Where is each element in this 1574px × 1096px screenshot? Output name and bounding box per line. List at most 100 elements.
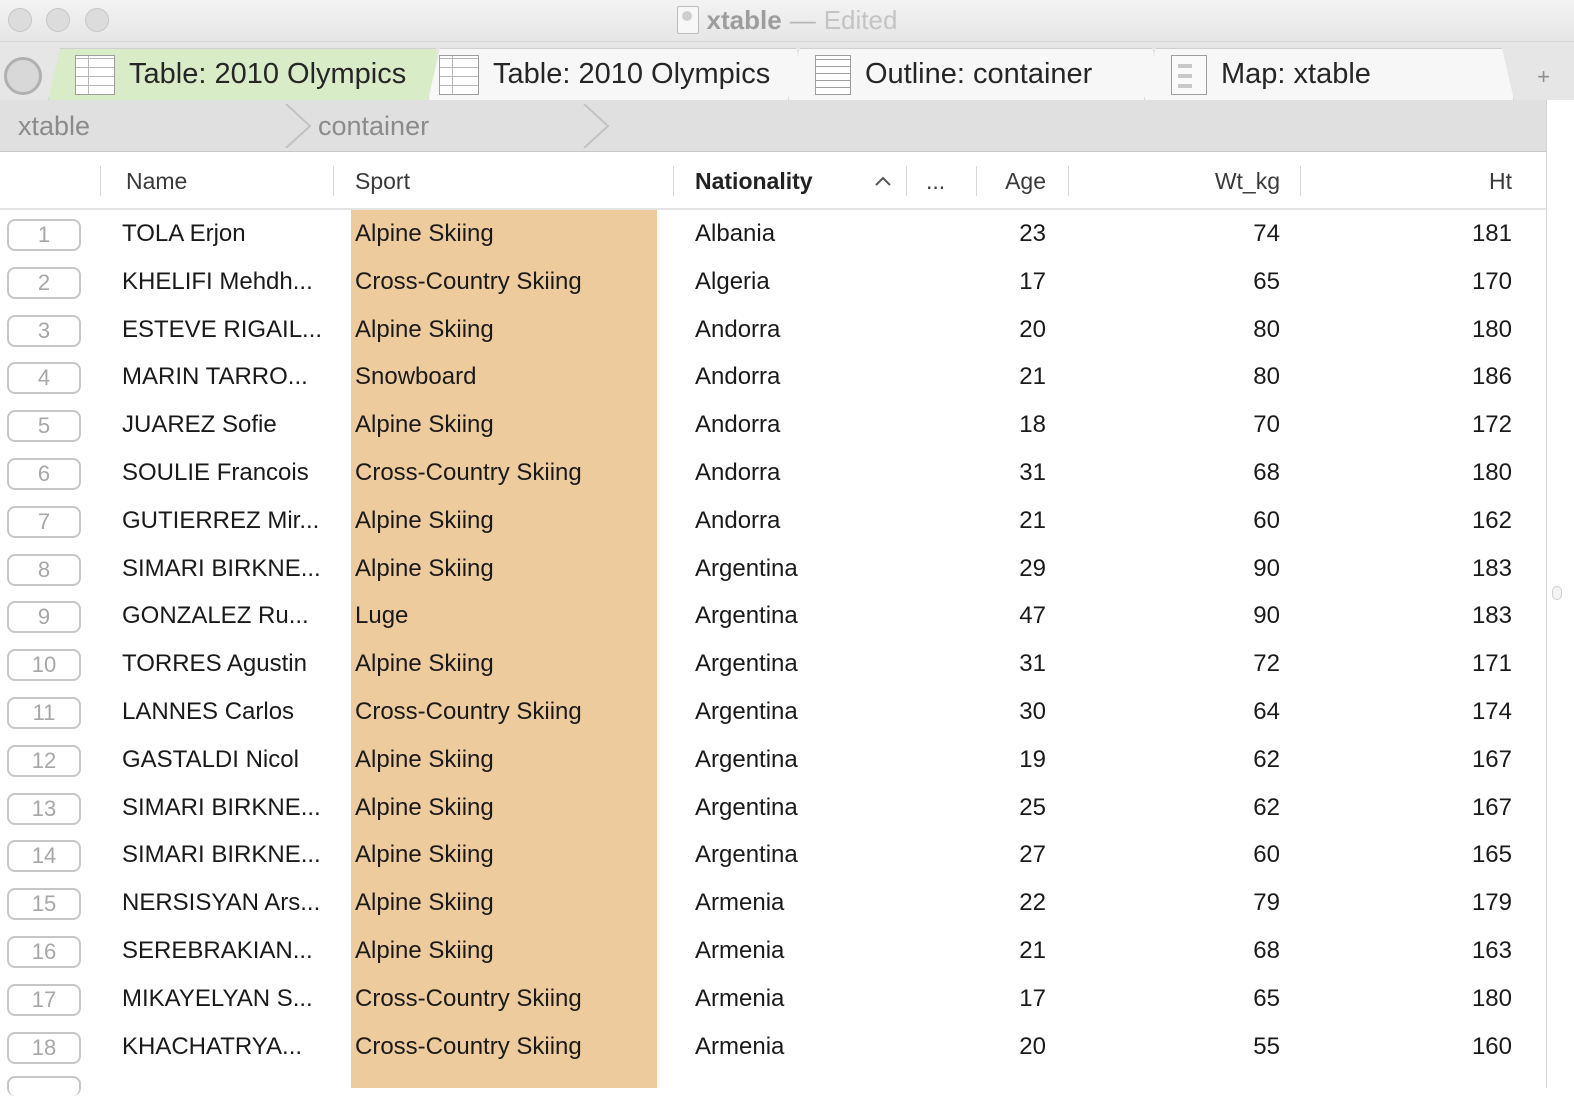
cell-name: TOLA Erjon xyxy=(122,220,246,247)
row-number-badge[interactable]: 1 xyxy=(7,219,81,251)
cell-weight: 62 xyxy=(1253,793,1280,821)
sort-ascending-icon[interactable] xyxy=(874,152,892,210)
cell-sport: Alpine Skiing xyxy=(355,411,494,439)
column-header-weight[interactable]: Wt_kg xyxy=(1068,152,1280,210)
column-header-more[interactable]: ... xyxy=(926,152,945,210)
scroll-thumb[interactable] xyxy=(1552,586,1562,600)
table-row[interactable]: 10 TORRES Agustin Alpine Skiing Argentina 31… xyxy=(0,640,1546,688)
cell-sport: Cross-Country Skiing xyxy=(355,459,582,486)
column-header-age[interactable]: Age xyxy=(976,152,1046,210)
row-number-badge[interactable]: 16 xyxy=(7,936,81,968)
cell-weight: 60 xyxy=(1253,841,1280,869)
column-header-height[interactable]: Ht xyxy=(1300,152,1512,210)
add-tab-button[interactable]: + xyxy=(1537,64,1550,90)
table-row[interactable]: 5 JUAREZ Sofie Alpine Skiing Andorra 18 70 172 xyxy=(0,401,1546,449)
cell-name: SOULIE Francois xyxy=(122,459,309,486)
cell-name: SIMARI BIRKNE... xyxy=(122,554,321,582)
cell-height: 162 xyxy=(1471,506,1512,534)
table-row[interactable]: 16 SEREBRAKIAN... Alpine Skiing Armenia 21 68… xyxy=(0,927,1546,975)
cell-weight: 65 xyxy=(1253,267,1280,295)
row-number-badge[interactable]: 10 xyxy=(7,649,81,682)
column-header-name[interactable]: Name xyxy=(126,152,187,210)
tab-table-olympics-2[interactable]: Table: 2010 Olympics xyxy=(428,48,808,100)
row-number-badge[interactable]: 18 xyxy=(7,1031,81,1064)
tab-map-xtable[interactable]: Map: xtable xyxy=(1144,48,1514,100)
table-row[interactable]: 18 KHACHATRYA... Cross-Country Skiing Armen… xyxy=(0,1023,1546,1071)
tab-outline-container[interactable]: Outline: container xyxy=(788,48,1164,100)
row-number-badge[interactable]: 12 xyxy=(7,744,81,777)
cell-nationality: Andorra xyxy=(695,411,781,439)
table-row[interactable]: 4 MARIN TARRO... Snowboard Andorra 21 80 186 xyxy=(0,353,1546,401)
cell-age: 23 xyxy=(1019,220,1046,247)
table-row[interactable]: 6 SOULIE Francois Cross-Country Skiing Ando… xyxy=(0,449,1546,497)
cell-age: 18 xyxy=(1019,411,1046,439)
cell-weight: 65 xyxy=(1253,984,1280,1012)
row-number-badge[interactable]: 13 xyxy=(7,792,81,825)
row-number-badge[interactable]: 6 xyxy=(7,458,81,490)
cell-sport: Cross-Country Skiing xyxy=(355,267,582,295)
table-row[interactable]: 15 NERSISYAN Ars... Alpine Skiing Armenia 22… xyxy=(0,879,1546,927)
table-row[interactable]: 9 GONZALEZ Ru... Luge Argentina 47 90 183 xyxy=(0,592,1546,640)
cell-sport: Alpine Skiing xyxy=(355,506,494,534)
cell-weight: 64 xyxy=(1253,698,1280,725)
cell-nationality: Armenia xyxy=(695,1032,785,1060)
cell-age: 22 xyxy=(1019,889,1046,917)
cell-age: 21 xyxy=(1019,363,1046,391)
row-number-badge[interactable]: 7 xyxy=(7,505,81,538)
column-divider xyxy=(333,166,334,196)
column-divider xyxy=(100,166,101,196)
table-row[interactable]: 2 KHELIFI Mehdh... Cross-Country Skiing Alg… xyxy=(0,258,1546,306)
row-number-badge[interactable]: 14 xyxy=(7,840,81,873)
cell-nationality: Argentina xyxy=(695,745,798,773)
table-row[interactable]: 17 MIKAYELYAN S... Cross-Country Skiing Arm… xyxy=(0,975,1546,1023)
table-row[interactable]: 7 GUTIERREZ Mir... Alpine Skiing Andorra 21 6… xyxy=(0,497,1546,545)
cell-height: 160 xyxy=(1471,1032,1512,1060)
cell-age: 29 xyxy=(1019,554,1046,582)
data-table: Name Sport Nationality ... Age Wt_kg Ht … xyxy=(0,152,1546,1096)
record-circle-icon[interactable] xyxy=(4,57,42,95)
cell-height: 174 xyxy=(1471,698,1512,725)
cell-height: 180 xyxy=(1471,315,1512,343)
row-number-badge[interactable]: 8 xyxy=(7,553,81,586)
cell-nationality: Argentina xyxy=(695,554,798,582)
table-row[interactable]: 3 ESTEVE RIGAIL... Alpine Skiing Andorra 20 8… xyxy=(0,306,1546,354)
row-number-badge[interactable]: 5 xyxy=(7,410,81,443)
cell-name: SEREBRAKIAN... xyxy=(122,937,313,964)
tab-table-olympics-1[interactable]: Table: 2010 Olympics xyxy=(48,48,448,100)
breadcrumb-item-container[interactable]: container xyxy=(318,100,429,152)
cell-height: 180 xyxy=(1471,984,1512,1012)
row-number-badge[interactable]: 17 xyxy=(7,983,81,1016)
cell-age: 25 xyxy=(1019,793,1046,821)
cell-sport: Alpine Skiing xyxy=(355,889,494,917)
row-number-badge[interactable]: 3 xyxy=(7,314,81,347)
cell-name: KHACHATRYA... xyxy=(122,1032,303,1060)
cell-name: GASTALDI Nicol xyxy=(122,745,299,773)
window-title: xtable xyxy=(706,4,782,35)
document-icon xyxy=(676,6,699,34)
table-row[interactable]: 1 TOLA Erjon Alpine Skiing Albania 23 74 181 xyxy=(0,210,1546,258)
column-header-nationality[interactable]: Nationality xyxy=(695,152,813,210)
row-number-badge[interactable]: 2 xyxy=(7,266,81,299)
cell-age: 20 xyxy=(1019,315,1046,343)
cell-height: 183 xyxy=(1471,602,1512,630)
row-number-badge xyxy=(7,1076,81,1096)
table-row[interactable]: 8 SIMARI BIRKNE... Alpine Skiing Argentina 2… xyxy=(0,545,1546,593)
cell-nationality: Armenia xyxy=(695,937,785,964)
row-number-badge[interactable]: 9 xyxy=(7,601,81,634)
table-row[interactable]: 11 LANNES Carlos Cross-Country Skiing Argen… xyxy=(0,688,1546,736)
breadcrumb-item-xtable[interactable]: xtable xyxy=(18,100,90,152)
cell-age: 19 xyxy=(1019,745,1046,773)
table-row[interactable]: 13 SIMARI BIRKNE... Alpine Skiing Argentina… xyxy=(0,784,1546,832)
table-icon xyxy=(439,55,479,95)
row-number-badge[interactable]: 11 xyxy=(7,697,81,729)
table-row[interactable]: 12 GASTALDI Nicol Alpine Skiing Argentina 19… xyxy=(0,736,1546,784)
row-number-badge[interactable]: 15 xyxy=(7,888,81,921)
table-row[interactable]: 14 SIMARI BIRKNE... Alpine Skiing Argentina… xyxy=(0,831,1546,879)
cell-nationality: Armenia xyxy=(695,889,785,917)
column-header-sport[interactable]: Sport xyxy=(355,152,410,210)
cell-name: NERSISYAN Ars... xyxy=(122,889,321,917)
cell-age: 47 xyxy=(1019,602,1046,630)
cell-sport: Alpine Skiing xyxy=(355,793,494,821)
cell-name: SIMARI BIRKNE... xyxy=(122,841,321,869)
row-number-badge[interactable]: 4 xyxy=(7,362,81,395)
